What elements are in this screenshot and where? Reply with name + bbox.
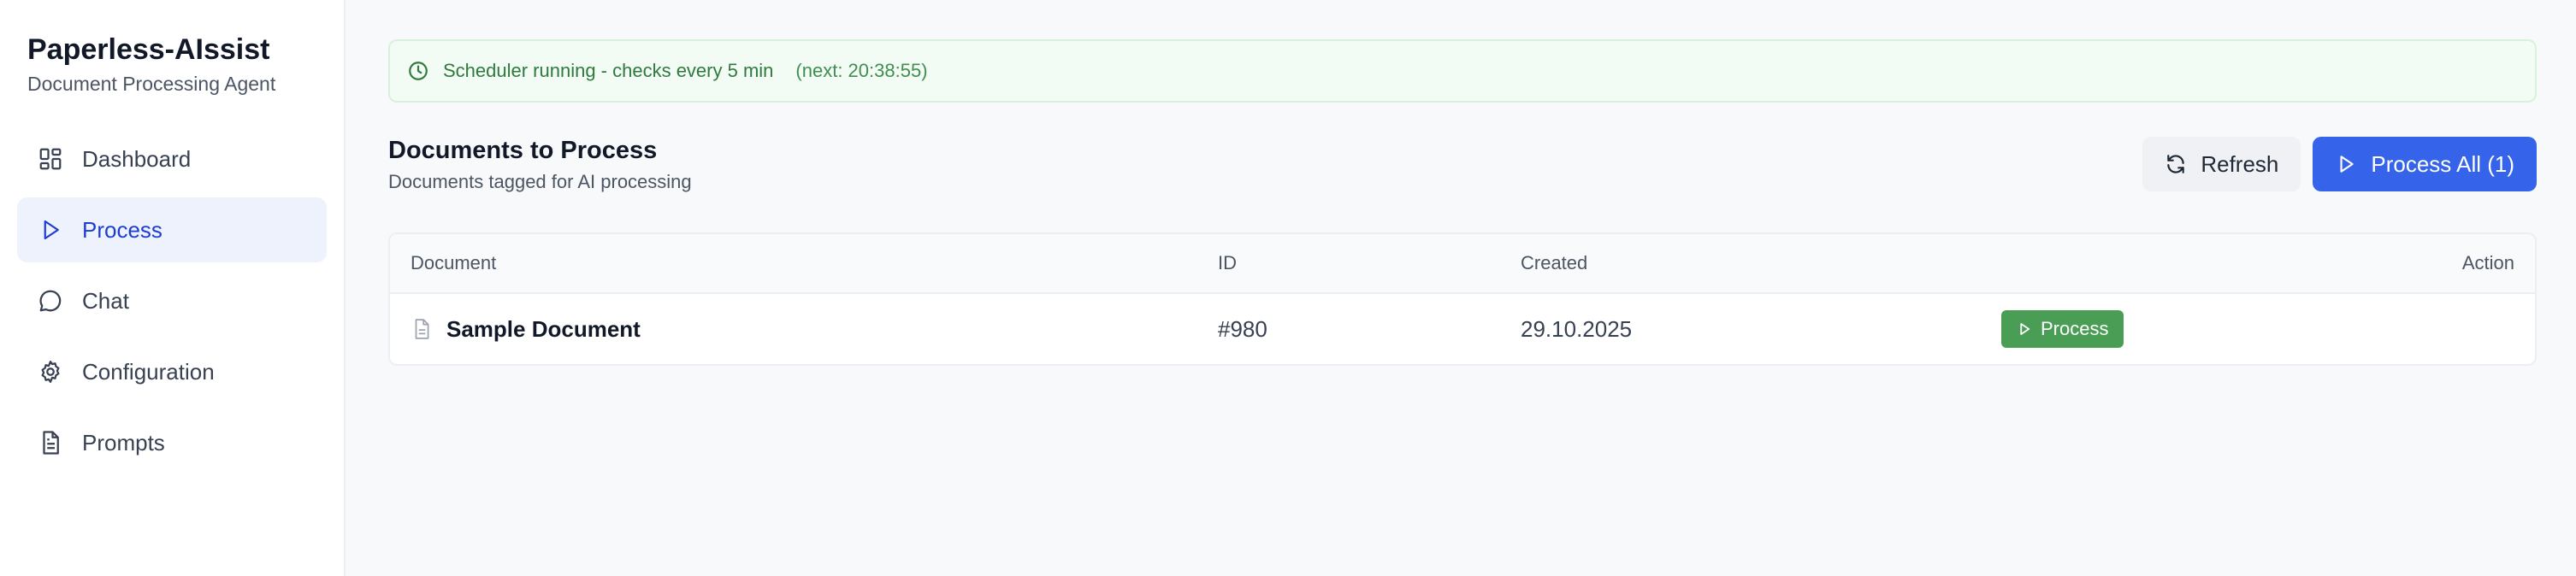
gear-icon <box>38 359 63 385</box>
brand: Paperless-AIssist Document Processing Ag… <box>0 0 344 96</box>
app-title: Paperless-AIssist <box>27 33 270 66</box>
column-header-created: Created <box>1521 252 1588 273</box>
chat-icon <box>38 288 63 314</box>
table-row: Sample Document #980 29.10.2025 Process <box>390 294 2535 364</box>
sidebar-item-process[interactable]: Process <box>17 197 327 262</box>
scheduler-next-run: (next: 20:38:55) <box>795 60 928 81</box>
sidebar-item-label: Chat <box>82 288 129 314</box>
column-header-action: Action <box>2461 252 2514 273</box>
sidebar-item-label: Prompts <box>82 430 165 456</box>
document-created: 29.10.2025 <box>1521 315 1633 342</box>
file-text-icon <box>38 430 63 456</box>
refresh-button[interactable]: Refresh <box>2142 137 2301 191</box>
sidebar-item-prompts[interactable]: Prompts <box>17 410 327 475</box>
document-icon <box>411 318 433 340</box>
section-heading: Documents to Process Documents tagged fo… <box>388 135 692 193</box>
sidebar-item-label: Dashboard <box>82 146 192 172</box>
play-icon <box>2020 323 2030 335</box>
refresh-icon <box>2167 155 2185 173</box>
scheduler-status: Scheduler running - checks every 5 min <box>443 60 774 81</box>
document-id: #980 <box>1218 315 1267 342</box>
column-header-id: ID <box>1218 252 1237 273</box>
process-label: Process <box>2041 318 2109 339</box>
documents-table: Document ID Created Action Sample Docume… <box>388 232 2537 366</box>
page-title: Documents to Process <box>388 137 658 164</box>
sidebar-item-chat[interactable]: Chat <box>17 268 327 333</box>
process-button[interactable]: Process <box>2001 310 2124 348</box>
document-name: Sample Document <box>446 315 641 342</box>
refresh-label: Refresh <box>2201 150 2279 177</box>
sidebar-item-label: Process <box>82 217 162 243</box>
app-root: Paperless-AIssist Document Processing Ag… <box>0 0 2576 576</box>
page-subtitle: Documents tagged for AI processing <box>388 171 692 192</box>
play-icon <box>38 217 63 243</box>
sidebar-item-dashboard[interactable]: Dashboard <box>17 126 327 191</box>
table-header: Document ID Created Action <box>390 234 2535 294</box>
column-header-document: Document <box>411 252 497 273</box>
action-cell: Process <box>2001 310 2535 348</box>
sidebar: Paperless-AIssist Document Processing Ag… <box>0 0 346 576</box>
app-subtitle: Document Processing Agent <box>27 73 276 95</box>
process-all-label: Process All (1) <box>2371 150 2514 177</box>
sidebar-item-label: Configuration <box>82 359 215 385</box>
scheduler-banner: Scheduler running - checks every 5 min (… <box>388 39 2537 103</box>
section-header: Documents to Process Documents tagged fo… <box>388 135 2537 193</box>
document-cell: Sample Document <box>390 316 1218 343</box>
process-all-button[interactable]: Process All (1) <box>2313 137 2537 191</box>
clock-icon <box>407 60 429 82</box>
sidebar-nav: Dashboard Process Chat Configuration Pro… <box>0 126 344 475</box>
dashboard-icon <box>38 146 63 172</box>
play-icon <box>2340 156 2354 173</box>
main-content: Scheduler running - checks every 5 min (… <box>346 0 2576 576</box>
sidebar-item-configuration[interactable]: Configuration <box>17 339 327 404</box>
toolbar: Refresh Process All (1) <box>2142 137 2537 193</box>
